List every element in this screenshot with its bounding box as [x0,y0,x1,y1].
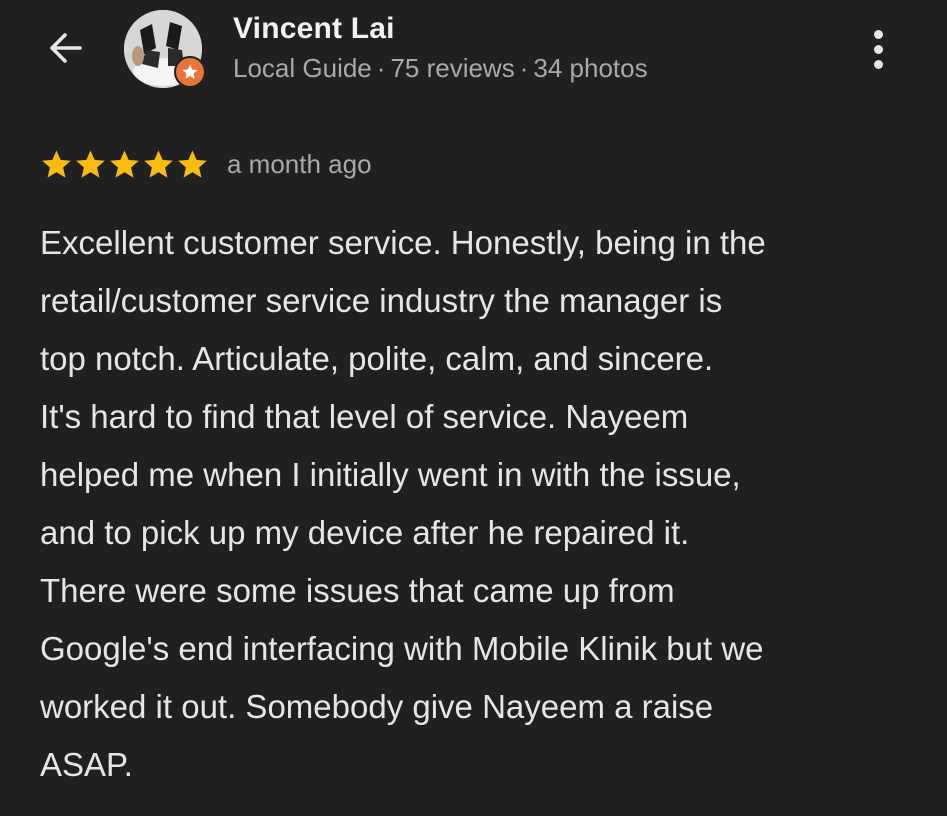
review-text-line: top notch. Articulate, polite, calm, and… [40,340,714,377]
local-guide-label: Local Guide [233,53,372,83]
review-text-line: and to pick up my device after he repair… [40,514,690,551]
photo-count: 34 photos [533,53,648,83]
arrow-left-icon [50,33,82,63]
review-text-line: It's hard to find that level of service.… [40,398,689,435]
meta-separator: · [376,53,386,83]
star-icon [110,149,139,178]
star-icon [42,149,71,178]
review-header: Vincent Lai Local Guide · 75 reviews · 34 ph… [0,0,947,110]
review-text-line: Excellent customer service. Honestly, be… [40,224,766,261]
more-vertical-icon [873,29,883,39]
more-options-button[interactable] [858,24,898,74]
more-vertical-icon-dot [873,44,883,54]
meta-separator: · [519,53,529,83]
star-icon [144,149,173,178]
review-text-line: retail/customer service industry the man… [40,282,723,319]
local-guide-badge-icon [174,56,206,88]
rating-row: a month ago [40,144,372,184]
back-button[interactable] [40,22,92,74]
reviewer-name[interactable]: Vincent Lai [233,12,395,46]
review-text-line: There were some issues that came up from [40,572,675,609]
review-count: 75 reviews [390,53,515,83]
review-text: Excellent customer service. Honestly, be… [40,214,920,794]
review-text-line: worked it out. Somebody give Nayeem a ra… [40,688,714,725]
reviewer-meta: Local Guide · 75 reviews · 34 photos [233,53,648,84]
star-rating [40,148,209,181]
review-time: a month ago [227,148,372,179]
review-text-line: helped me when I initially went in with … [40,456,741,493]
more-vertical-icon-dot [873,59,883,69]
review-text-line: Google's end interfacing with Mobile Kli… [40,630,764,667]
reviewer-avatar[interactable] [124,10,206,92]
star-icon [178,149,207,178]
review-text-line: ASAP. [40,746,133,783]
star-icon [76,149,105,178]
